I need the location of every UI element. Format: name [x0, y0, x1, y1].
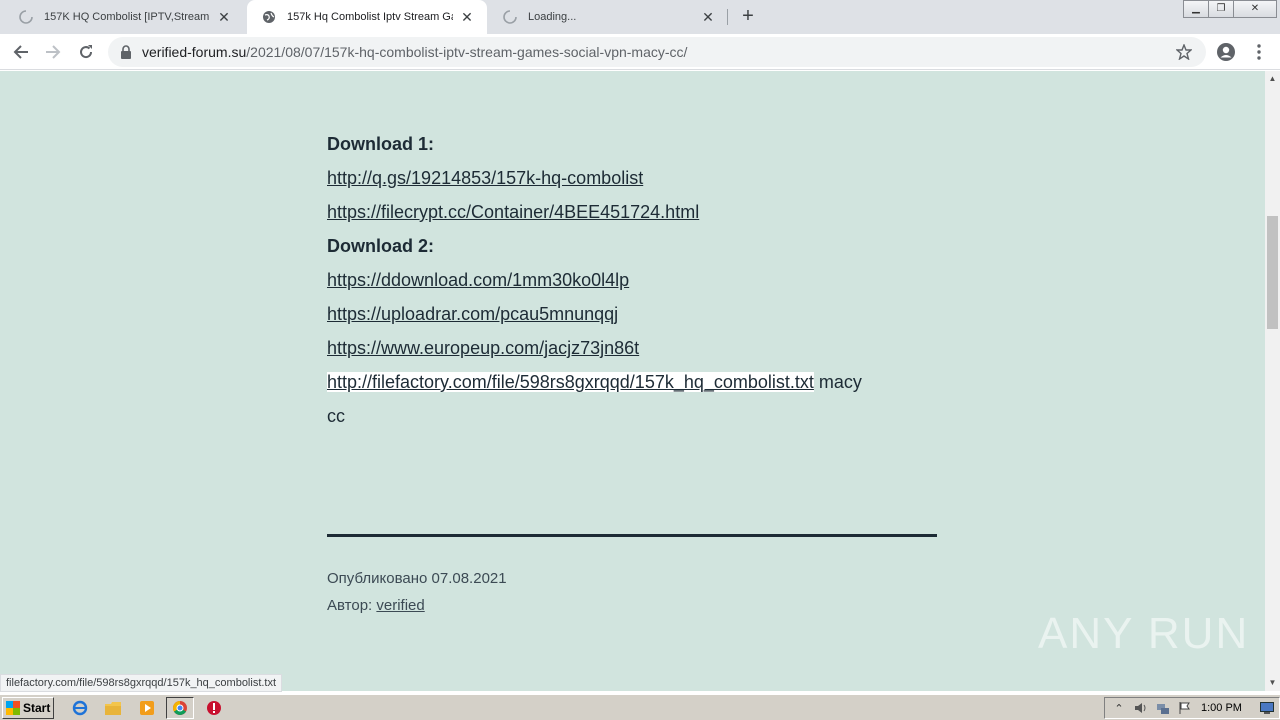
author-label: Автор: [327, 597, 377, 614]
close-window-button[interactable]: ✕ [1233, 0, 1277, 18]
tab-3[interactable]: Loading... ✕ [488, 0, 728, 34]
bookmark-star-icon[interactable] [1175, 43, 1193, 61]
post-content: Download 1: http://q.gs/19214853/157k-hq… [327, 131, 937, 437]
start-label: Start [23, 701, 51, 715]
scrollbar-thumb[interactable] [1267, 216, 1278, 329]
address-bar[interactable]: verified-forum.su/2021/08/07/157k-hq-com… [108, 37, 1206, 67]
status-bar-url: filefactory.com/file/598rs8gxrqqd/157k_h… [0, 674, 283, 692]
url-path: /2021/08/07/157k-hq-combolist-iptv-strea… [246, 44, 688, 60]
reload-icon[interactable] [74, 40, 98, 64]
system-tray: ⌃ 1:00 PM [1104, 697, 1280, 719]
chrome-taskbar-button[interactable] [166, 697, 194, 719]
lock-icon[interactable] [120, 45, 134, 59]
page-viewport: Download 1: http://q.gs/19214853/157k-hq… [0, 71, 1265, 691]
scroll-up-arrow-icon[interactable]: ▲ [1268, 74, 1277, 83]
link-suffix-text: macy [813, 372, 862, 392]
download-2-link-3[interactable]: https://www.europeup.com/jacjz73jn86t [327, 338, 639, 358]
tab-strip: 157K HQ Combolist [IPTV,Stream,Ga ✕ 157k… [0, 0, 1280, 34]
filefactory-link[interactable]: http://filefactory.com/file/598rs8gxrqqd… [327, 372, 814, 392]
antivirus-icon[interactable] [205, 699, 223, 717]
loading-spinner-icon [18, 9, 34, 25]
taskbar-clock: 1:00 PM [1201, 702, 1242, 714]
trailing-text: cc [327, 406, 345, 426]
tab-separator [727, 9, 728, 25]
post-meta: Опубликовано 07.08.2021 Автор: verified [327, 565, 507, 619]
scroll-down-arrow-icon[interactable]: ▼ [1268, 678, 1277, 687]
author-link[interactable]: verified [376, 597, 424, 614]
tab-2-active[interactable]: 157k Hq Combolist Iptv Stream Game ✕ [247, 0, 487, 34]
windows-taskbar: Start ⌃ 1:00 PM [0, 694, 1280, 720]
tray-expand-icon[interactable]: ⌃ [1111, 700, 1127, 716]
published-date: Опубликовано 07.08.2021 [327, 570, 507, 587]
tab-2-close-icon[interactable]: ✕ [459, 9, 475, 25]
download-2-heading: Download 2: [327, 236, 434, 256]
media-player-icon[interactable] [138, 699, 156, 717]
more-menu-icon[interactable] [1247, 40, 1271, 64]
profile-avatar-icon[interactable] [1214, 40, 1238, 64]
content-divider [327, 534, 937, 537]
action-center-flag-icon[interactable] [1177, 700, 1193, 716]
volume-icon[interactable] [1133, 700, 1149, 716]
anyrun-watermark: ANY RUN [1038, 609, 1250, 658]
tab-3-close-icon[interactable]: ✕ [700, 9, 716, 25]
back-arrow-icon[interactable] [9, 40, 33, 64]
download-2-link-1[interactable]: https://ddownload.com/1mm30ko0l4lp [327, 270, 629, 290]
page-scrollbar[interactable]: ▲ ▼ [1265, 71, 1280, 691]
browser-toolbar: verified-forum.su/2021/08/07/157k-hq-com… [0, 34, 1280, 70]
show-desktop-icon[interactable] [1259, 700, 1275, 716]
loading-spinner-icon [502, 9, 518, 25]
forward-arrow-icon[interactable] [41, 40, 65, 64]
download-1-heading: Download 1: [327, 134, 434, 154]
windows-logo-icon [6, 701, 20, 715]
url-host: verified-forum.su [142, 44, 247, 60]
restore-button[interactable]: ❐ [1208, 0, 1234, 18]
download-2-link-2[interactable]: https://uploadrar.com/pcau5mnunqqj [327, 304, 618, 324]
tab-2-title: 157k Hq Combolist Iptv Stream Game [287, 11, 453, 23]
start-button[interactable]: Start [2, 697, 54, 719]
network-icon[interactable] [1155, 700, 1171, 716]
tab-1-close-icon[interactable]: ✕ [216, 9, 232, 25]
internet-explorer-icon[interactable] [71, 699, 89, 717]
globe-icon [261, 9, 277, 25]
file-explorer-icon[interactable] [104, 699, 122, 717]
download-1-link-2[interactable]: https://filecrypt.cc/Container/4BEE45172… [327, 202, 699, 222]
tab-3-title: Loading... [528, 11, 577, 23]
download-1-link-1[interactable]: http://q.gs/19214853/157k-hq-combolist [327, 168, 643, 188]
new-tab-plus-icon[interactable]: + [737, 6, 759, 28]
tab-1[interactable]: 157K HQ Combolist [IPTV,Stream,Ga ✕ [4, 0, 244, 34]
minimize-button[interactable]: ▁ [1183, 0, 1209, 18]
tab-1-title: 157K HQ Combolist [IPTV,Stream,Ga [44, 11, 210, 23]
